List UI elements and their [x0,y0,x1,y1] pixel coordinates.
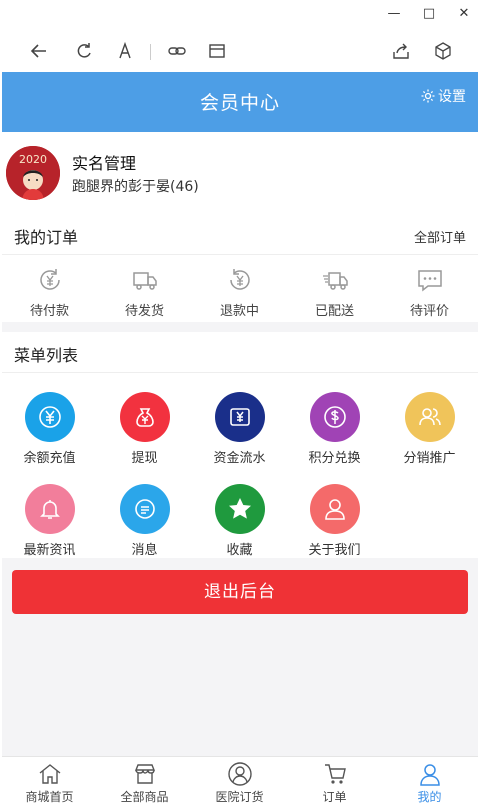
window-titlebar: — □ ✕ [0,0,480,28]
tab-label: 我的 [417,790,442,804]
divider [2,254,478,255]
header-bar: 会员中心 设置 [2,72,478,132]
user-icon [309,484,360,534]
link-icon[interactable] [166,40,188,62]
yen-refresh-icon [39,269,60,290]
tab-label: 订单 [322,790,347,804]
bell-icon [24,484,75,534]
menu-item-about[interactable]: 关于我们 [287,484,382,564]
menu-item-fund-flow[interactable]: 资金流水 [192,392,287,472]
menu-label: 关于我们 [308,543,361,558]
message-icon [119,484,170,534]
tab-label: 商城首页 [25,790,74,804]
cube-icon[interactable] [432,40,454,62]
tab-orders[interactable]: 订单 [287,757,382,807]
orders-card: 我的订单 全部订单 待付款 待发货 退款中 已配送 待评价 [2,214,478,322]
bottom-tabbar: 商城首页 全部商品 医院订货 订单 我的 [2,756,478,807]
menu-title: 菜单列表 [14,346,79,365]
orders-title: 我的订单 [14,228,79,247]
order-label: 待发货 [124,304,164,319]
shop-icon [134,764,155,784]
app-frame: 会员中心 设置 2020 实名管理 跑腿界的彭于晏(46) 我的订单 全部订单 … [2,72,478,807]
menu-item-recharge[interactable]: 余额充值 [2,392,97,472]
maximize-button[interactable]: □ [415,4,443,24]
menu-label: 提现 [131,451,158,466]
menu-label: 资金流水 [213,451,266,466]
verify-link[interactable]: 实名管理 [72,150,136,174]
star-icon [214,484,265,534]
order-pending-review[interactable]: 待评价 [382,266,477,322]
order-refunding[interactable]: 退款中 [192,266,287,322]
yen-icon [24,392,75,442]
menu-label: 积分兑换 [308,451,361,466]
divider [2,372,478,373]
menu-item-messages[interactable]: 消息 [97,484,192,564]
tab-home[interactable]: 商城首页 [2,757,97,807]
menu-item-points[interactable]: 积分兑换 [287,392,382,472]
tab-mine[interactable]: 我的 [382,757,477,807]
refund-icon [229,269,250,290]
share-icon[interactable] [390,40,412,62]
back-arrow-icon[interactable] [28,40,50,62]
home-icon [39,764,60,784]
menu-label: 收藏 [226,543,253,558]
tab-hospital-order[interactable]: 医院订货 [192,757,287,807]
menu-label: 余额充值 [23,451,76,466]
menu-label: 消息 [131,543,158,558]
profile-card[interactable]: 2020 实名管理 跑腿界的彭于晏(46) [2,132,478,214]
order-label: 已配送 [314,304,354,319]
logout-button[interactable]: 退出后台 [12,570,468,614]
menu-item-distribution[interactable]: 分销推广 [382,392,477,472]
profile-icon [419,764,440,786]
comment-icon [417,270,442,292]
toolbar-divider [150,44,151,60]
order-label: 待付款 [29,304,69,319]
settings-button[interactable]: 设置 [420,86,466,106]
dollar-icon [309,392,360,442]
menu-label: 分销推广 [403,451,456,466]
refresh-icon[interactable] [73,40,95,62]
tab-label: 医院订货 [215,790,264,804]
order-label: 退款中 [219,304,259,319]
order-pending-shipment[interactable]: 待发货 [97,266,192,322]
page-title: 会员中心 [199,92,280,114]
yen-box-icon [214,392,265,442]
all-orders-link[interactable]: 全部订单 [414,227,466,246]
person-icon [227,762,252,786]
username: 跑腿界的彭于晏(46) [72,179,199,195]
delivery-truck-icon [322,272,348,290]
menu-card: 菜单列表 余额充值 提现 资金流水 积分兑换 分销推广 最新资讯 消息 收藏 关… [2,332,478,558]
settings-label: 设置 [438,89,466,105]
close-button[interactable]: ✕ [450,4,478,24]
menu-label: 最新资讯 [23,543,76,558]
menu-item-withdraw[interactable]: 提现 [97,392,192,472]
minimize-button[interactable]: — [380,4,408,24]
avatar[interactable]: 2020 [6,146,60,200]
money-bag-icon [119,392,170,442]
tab-label: 全部商品 [120,790,169,804]
text-size-icon[interactable] [114,40,136,62]
order-pending-payment[interactable]: 待付款 [2,266,97,322]
users-icon [404,392,455,442]
tab-all-products[interactable]: 全部商品 [97,757,192,807]
menu-item-favorites[interactable]: 收藏 [192,484,287,564]
browser-toolbar [0,28,480,72]
order-label: 待评价 [409,304,449,319]
avatar-year-text: 2020 [19,153,47,166]
gear-icon [421,89,435,103]
truck-icon [132,272,157,290]
menu-item-news[interactable]: 最新资讯 [2,484,97,564]
window-icon[interactable] [206,40,228,62]
order-delivered[interactable]: 已配送 [287,266,382,322]
cart-icon [324,764,346,784]
